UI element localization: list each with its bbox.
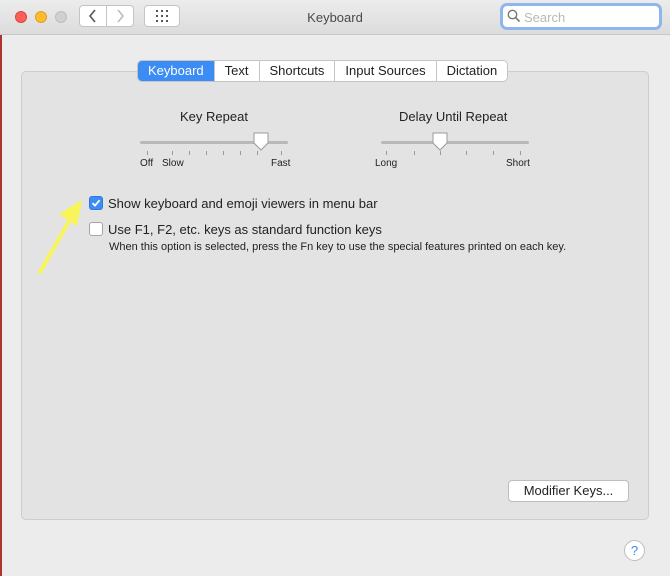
delay-until-repeat-thumb[interactable] [431, 132, 449, 152]
tick [414, 151, 415, 155]
tick [223, 151, 224, 155]
function-keys-label[interactable]: Use F1, F2, etc. keys as standard functi… [108, 222, 382, 237]
tick [240, 151, 241, 155]
window-edge [0, 0, 2, 576]
tick [189, 151, 190, 155]
key-repeat-title: Key Repeat [180, 109, 248, 124]
tick [520, 151, 521, 155]
tab-bar: Keyboard Text Shortcuts Input Sources Di… [137, 60, 509, 82]
function-keys-note: When this option is selected, press the … [109, 241, 567, 253]
checkmark-icon [91, 199, 101, 207]
tick [147, 151, 148, 155]
tab-shortcuts[interactable]: Shortcuts [258, 61, 335, 81]
key-repeat-off-label: Off [140, 158, 154, 169]
search-input[interactable] [524, 8, 654, 26]
show-viewers-checkbox[interactable] [89, 196, 103, 210]
title-bar: Keyboard [0, 0, 670, 35]
help-button[interactable]: ? [624, 540, 645, 561]
tick [386, 151, 387, 155]
tab-dictation[interactable]: Dictation [435, 61, 508, 81]
key-repeat-slow-label: Slow [162, 158, 184, 169]
key-repeat-thumb[interactable] [252, 132, 270, 152]
delay-short-label: Short [506, 158, 530, 169]
delay-long-label: Long [375, 158, 398, 169]
tick [466, 151, 467, 155]
search-field[interactable] [500, 3, 662, 30]
function-keys-checkbox[interactable] [89, 222, 103, 236]
annotation-arrow-icon [38, 200, 82, 274]
tick [281, 151, 282, 155]
tick [493, 151, 494, 155]
tick [206, 151, 207, 155]
delay-until-repeat-title: Delay Until Repeat [399, 109, 508, 124]
keyboard-settings-panel [21, 71, 649, 520]
search-icon [507, 9, 521, 23]
tab-text[interactable]: Text [213, 61, 259, 81]
tick [172, 151, 173, 155]
tab-input-sources[interactable]: Input Sources [334, 61, 435, 81]
tab-keyboard[interactable]: Keyboard [138, 61, 214, 81]
modifier-keys-button[interactable]: Modifier Keys... [508, 480, 629, 502]
delay-until-repeat-track [381, 141, 529, 144]
key-repeat-fast-label: Fast [271, 158, 291, 169]
show-viewers-label[interactable]: Show keyboard and emoji viewers in menu … [108, 196, 378, 211]
